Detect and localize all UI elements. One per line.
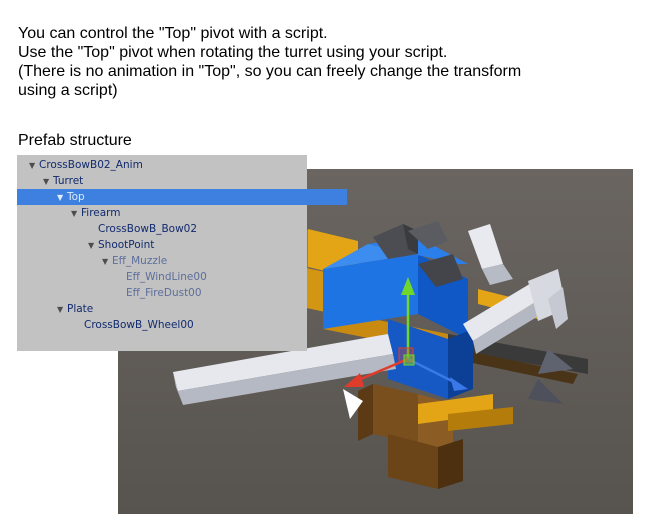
- intro-text: You can control the "Top" pivot with a s…: [18, 24, 628, 100]
- tree-item-turret[interactable]: ▼ Turret: [17, 173, 333, 189]
- hierarchy-panel[interactable]: ▼ CrossBowB02_Anim ▼ Turret ▼ Top ▼ Firearm …: [17, 155, 347, 351]
- tree-item-label: ShootPoint: [98, 239, 155, 251]
- tree-item-plate[interactable]: ▼ Plate: [17, 301, 347, 317]
- tree-item-label: Eff_WindLine00: [126, 271, 207, 283]
- tree-item-eff-firedust00[interactable]: Eff_FireDust00: [17, 285, 406, 301]
- tree-item-crossbowb02-anim[interactable]: ▼ CrossBowB02_Anim: [17, 157, 319, 173]
- tree-item-label: CrossBowB02_Anim: [39, 159, 143, 171]
- triangle-down-icon[interactable]: ▼: [29, 158, 39, 174]
- tree-item-shootpoint[interactable]: ▼ ShootPoint: [17, 237, 378, 253]
- intro-line-3: (There is no animation in "Top", so you …: [18, 63, 522, 80]
- triangle-down-icon[interactable]: ▼: [71, 206, 81, 222]
- tree-item-crossbowb-wheel00[interactable]: CrossBowB_Wheel00: [17, 317, 364, 333]
- triangle-down-icon[interactable]: ▼: [102, 254, 112, 270]
- tree-item-label: Firearm: [81, 207, 121, 219]
- tree-item-label: Eff_Muzzle: [112, 255, 168, 267]
- tree-item-label: Eff_FireDust00: [126, 287, 202, 299]
- tree-item-crossbowb-bow02[interactable]: CrossBowB_Bow02: [17, 221, 378, 237]
- tree-item-label: Turret: [53, 175, 84, 187]
- prefab-structure-heading: Prefab structure: [18, 132, 132, 149]
- tree-item-label: Top: [67, 191, 85, 203]
- tree-item-label: Plate: [67, 303, 94, 315]
- tree-item-label: CrossBowB_Wheel00: [84, 319, 194, 331]
- triangle-down-icon[interactable]: ▼: [57, 190, 67, 206]
- page: You can control the "Top" pivot with a s…: [0, 0, 646, 528]
- tree-item-firearm[interactable]: ▼ Firearm: [17, 205, 361, 221]
- tree-item-eff-windline00[interactable]: Eff_WindLine00: [17, 269, 406, 285]
- triangle-down-icon[interactable]: ▼: [57, 302, 67, 318]
- tree-item-top[interactable]: ▼ Top: [17, 189, 347, 205]
- triangle-down-icon[interactable]: ▼: [43, 174, 53, 190]
- intro-line-4: using a script): [18, 82, 118, 99]
- intro-line-1: You can control the "Top" pivot with a s…: [18, 25, 328, 42]
- triangle-down-icon[interactable]: ▼: [88, 238, 98, 254]
- intro-line-2: Use the "Top" pivot when rotating the tu…: [18, 44, 448, 61]
- tree-item-eff-muzzle[interactable]: ▼ Eff_Muzzle: [17, 253, 392, 269]
- tree-item-label: CrossBowB_Bow02: [98, 223, 198, 235]
